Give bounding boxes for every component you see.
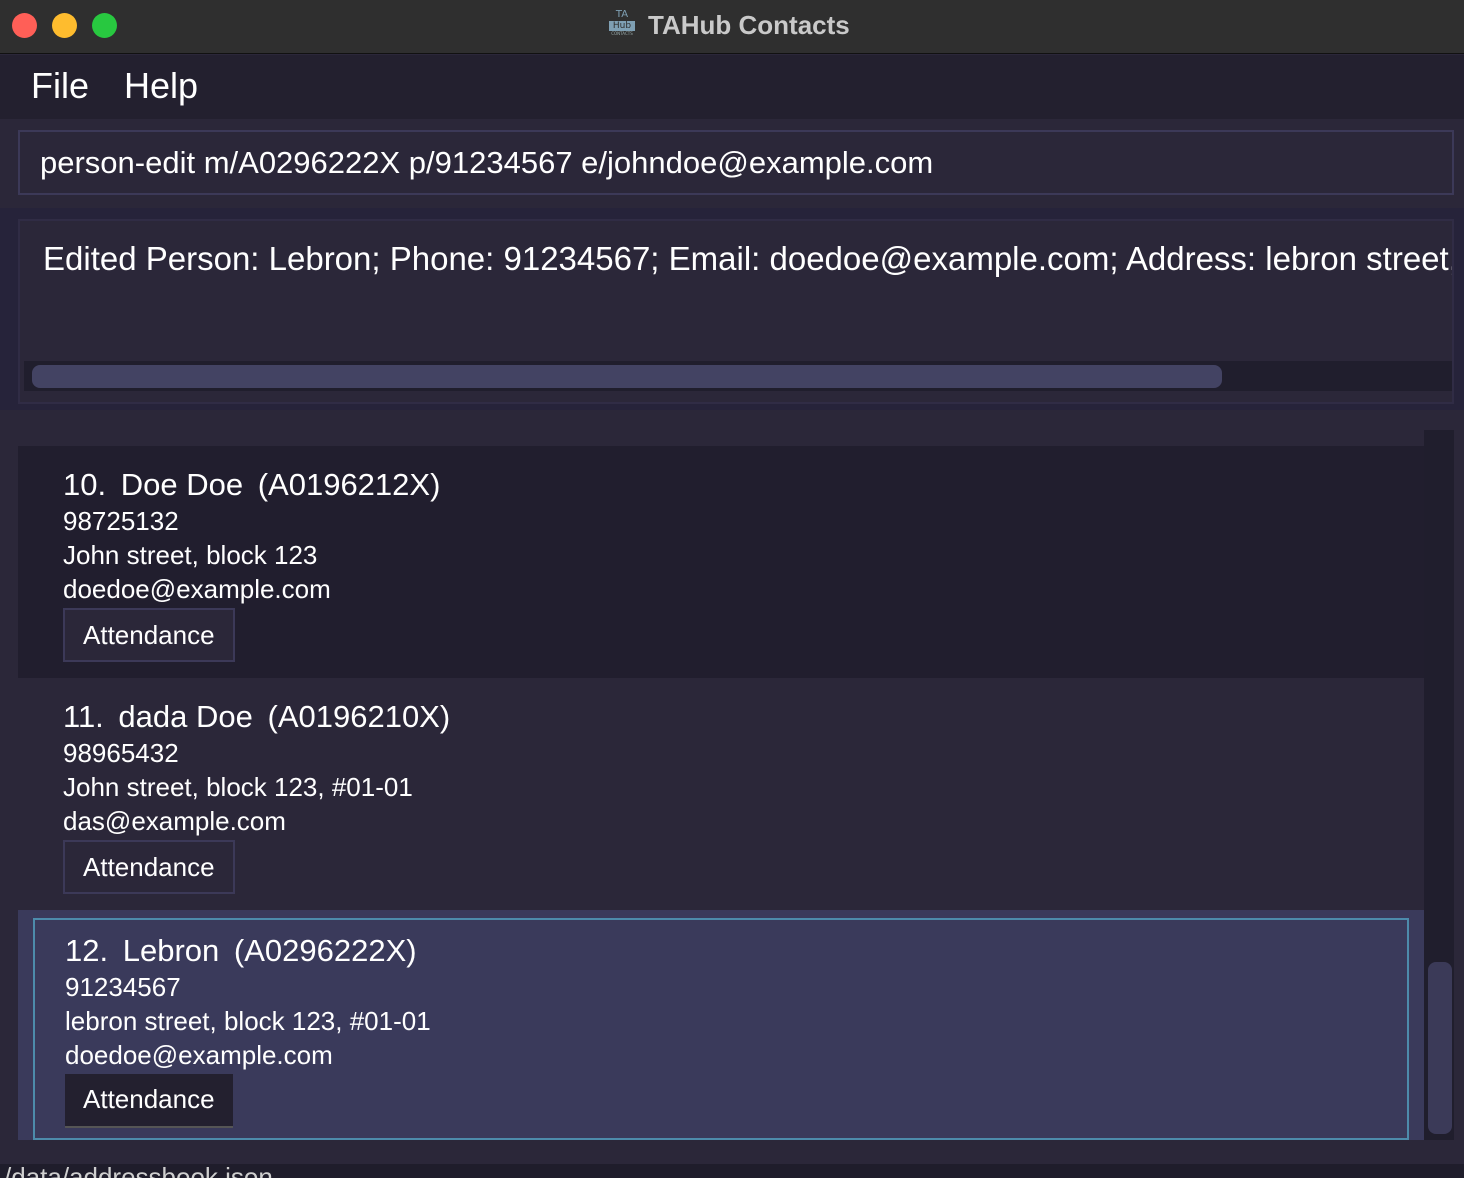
result-text: Edited Person: Lebron; Phone: 91234567; … [43,240,1454,277]
person-address: John street, block 123 [63,540,318,570]
person-list-scroll-thumb[interactable] [1428,962,1452,1134]
person-email: doedoe@example.com [65,1040,333,1070]
person-name: Lebron [122,933,220,968]
person-email: doedoe@example.com [63,574,331,604]
person-card[interactable]: 10. Doe Doe (A0196212X) 98725132 John st… [18,446,1424,678]
app-logo-icon: TA Hub CONTACTS [609,10,635,40]
person-list[interactable]: 10. Doe Doe (A0196212X) 98725132 John st… [18,430,1424,1140]
result-horizontal-scrollbar[interactable] [24,361,1452,391]
status-bar: /data/addressbook.json [0,1164,1464,1178]
person-list-pane: 10. Doe Doe (A0196212X) 98725132 John st… [0,410,1464,1164]
person-matric: (A0296222X) [233,933,417,968]
person-phone: 91234567 [65,972,181,1002]
app-logo-top: TA [615,9,629,20]
title-bar: TA Hub CONTACTS TAHub Contacts [0,0,1464,54]
person-list-scrollbar[interactable] [1424,430,1454,1140]
maximize-window-button[interactable] [92,13,117,38]
person-index: 11. [63,699,104,734]
person-phone: 98725132 [63,506,179,536]
person-matric: (A0196210X) [267,699,451,734]
person-card-header: 12. Lebron (A0296222X) [65,932,431,970]
person-name: dada Doe [118,699,253,734]
list-top-strip [18,430,1424,446]
attendance-button[interactable]: Attendance [65,1074,233,1128]
person-phone: 98965432 [63,738,179,768]
person-name: Doe Doe [120,467,244,502]
result-scroll-thumb[interactable] [32,365,1222,388]
person-address: John street, block 123, #01-01 [63,772,413,802]
minimize-window-button[interactable] [52,13,77,38]
result-pane: Edited Person: Lebron; Phone: 91234567; … [0,208,1464,410]
command-input[interactable]: person-edit m/A0296222X p/91234567 e/joh… [18,130,1454,195]
person-address: lebron street, block 123, #01-01 [65,1006,431,1036]
close-window-button[interactable] [12,13,37,38]
attendance-button[interactable]: Attendance [63,840,235,894]
person-card[interactable]: 11. dada Doe (A0196210X) 98965432 John s… [18,678,1424,910]
person-card-header: 11. dada Doe (A0196210X) [63,698,456,736]
person-index: 12. [65,933,109,968]
attendance-button[interactable]: Attendance [63,608,235,662]
command-pane: person-edit m/A0296222X p/91234567 e/joh… [0,119,1464,208]
app-window: TA Hub CONTACTS TAHub Contacts File Help… [0,0,1464,1178]
app-logo-middle: Hub [609,21,635,31]
menu-help[interactable]: Help [124,65,198,107]
app-logo-bottom: CONTACTS [611,31,633,36]
person-index: 10. [63,467,107,502]
person-email: das@example.com [63,806,286,836]
result-display: Edited Person: Lebron; Phone: 91234567; … [18,219,1454,404]
person-card-selected[interactable]: 12. Lebron (A0296222X) 91234567 lebron s… [18,910,1424,1140]
menu-bar: File Help [0,55,1464,119]
window-title: TAHub Contacts [648,10,850,40]
person-matric: (A0196212X) [257,467,441,502]
status-file-path: /data/addressbook.json [4,1164,273,1178]
person-card-header: 10. Doe Doe (A0196212X) [63,466,446,504]
menu-file[interactable]: File [31,65,89,107]
